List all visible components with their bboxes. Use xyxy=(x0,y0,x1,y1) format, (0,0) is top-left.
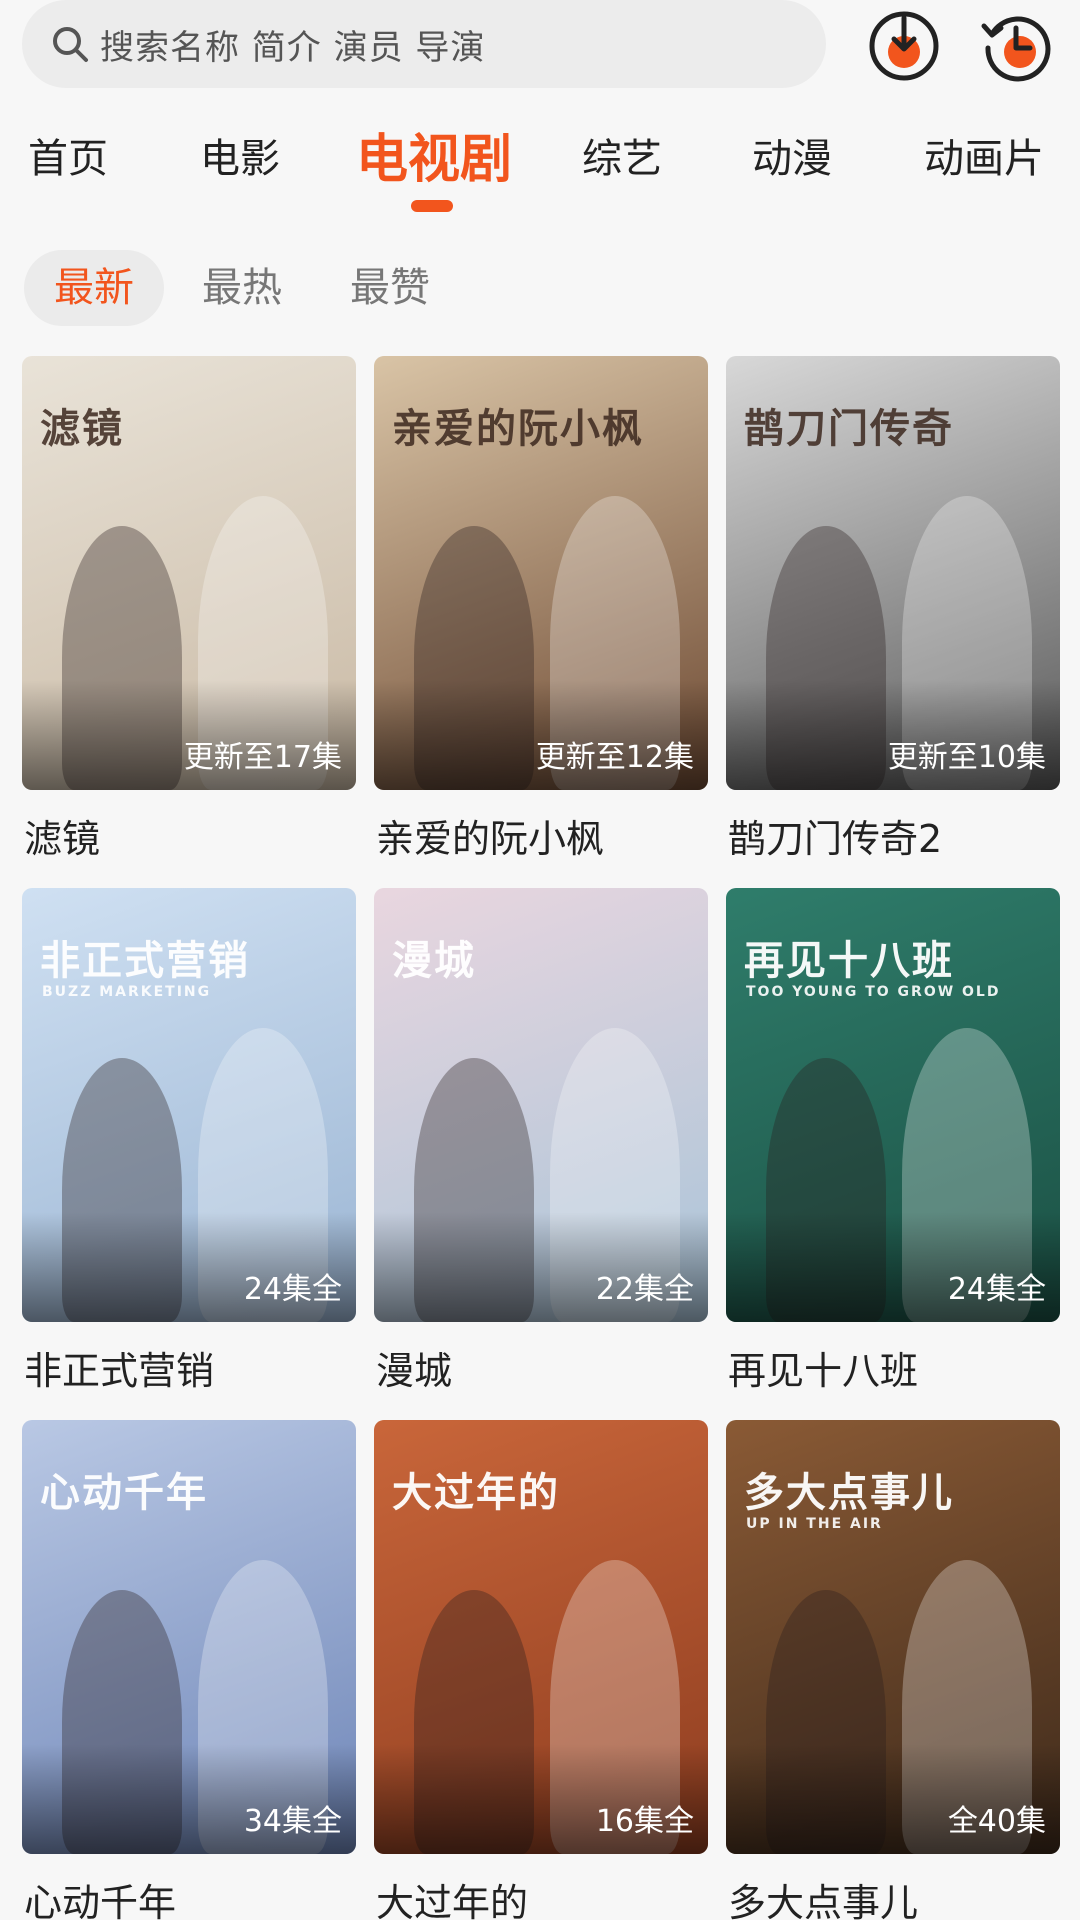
tab-movies[interactable]: 电影 xyxy=(200,126,280,184)
filter-newest[interactable]: 最新 xyxy=(24,250,164,326)
poster-title-art: 滤镜 xyxy=(40,405,124,452)
tab-tv-series[interactable]: 电视剧 xyxy=(356,117,512,192)
history-button[interactable] xyxy=(978,8,1054,84)
poster-subtitle-art: BUZZ MARKETING xyxy=(42,984,212,1000)
poster-title-art: 多大点事儿 xyxy=(744,1469,954,1516)
show-poster[interactable]: 多大点事儿 UP IN THE AIR 全40集 xyxy=(726,1420,1060,1854)
poster-title-art: 非正式营销 xyxy=(40,937,250,984)
poster-subtitle-art: UP IN THE AIR xyxy=(746,1516,883,1532)
show-poster[interactable]: 大过年的 16集全 xyxy=(374,1420,708,1854)
tab-anime[interactable]: 动漫 xyxy=(752,126,832,184)
show-poster[interactable]: 非正式营销 BUZZ MARKETING 24集全 xyxy=(22,888,356,1322)
show-title[interactable]: 心动千年 xyxy=(24,1872,176,1920)
download-button[interactable] xyxy=(866,8,942,84)
episode-badge: 24集全 xyxy=(947,1272,1046,1307)
history-icon xyxy=(981,16,1051,82)
poster-title-art: 再见十八班 xyxy=(744,937,954,984)
show-poster[interactable]: 鹊刀门传奇更新至10集 xyxy=(726,356,1060,790)
poster-title-art: 漫城 xyxy=(392,937,476,984)
tab-home[interactable]: 首页 xyxy=(28,126,108,184)
show-title[interactable]: 漫城 xyxy=(376,1340,452,1395)
show-title[interactable]: 多大点事儿 xyxy=(728,1872,918,1920)
show-title[interactable]: 亲爱的阮小枫 xyxy=(376,808,604,863)
poster-subtitle-art: TOO YOUNG TO GROW OLD xyxy=(746,984,1001,1000)
filter-hottest[interactable]: 最热 xyxy=(172,250,312,326)
episode-badge: 16集全 xyxy=(595,1804,694,1839)
show-poster[interactable]: 再见十八班 TOO YOUNG TO GROW OLD 24集全 xyxy=(726,888,1060,1322)
download-icon xyxy=(869,11,939,81)
active-tab-indicator xyxy=(411,200,453,212)
poster-title-art: 鹊刀门传奇 xyxy=(744,405,954,452)
show-title[interactable]: 鹊刀门传奇2 xyxy=(728,808,942,863)
search-placeholder: 搜索名称 简介 演员 导演 xyxy=(100,27,486,68)
episode-badge: 34集全 xyxy=(243,1804,342,1839)
show-title[interactable]: 滤镜 xyxy=(24,808,100,863)
sort-filters: 最新 最热 最赞 xyxy=(0,246,1080,330)
show-poster[interactable]: 漫城 22集全 xyxy=(374,888,708,1322)
category-tabs: 首页 电影 电视剧 综艺 动漫 动画片 xyxy=(0,112,1080,222)
search-icon xyxy=(53,27,88,62)
tab-cartoons[interactable]: 动画片 xyxy=(924,126,1044,184)
show-title[interactable]: 大过年的 xyxy=(376,1872,528,1920)
episode-badge: 更新至12集 xyxy=(535,740,694,775)
episode-badge: 22集全 xyxy=(595,1272,694,1307)
show-title[interactable]: 再见十八班 xyxy=(728,1340,918,1395)
show-title[interactable]: 非正式营销 xyxy=(24,1340,214,1395)
top-bar: 搜索名称 简介 演员 导演 xyxy=(0,0,1080,100)
show-poster[interactable]: 亲爱的阮小枫更新至12集 xyxy=(374,356,708,790)
search-input[interactable]: 搜索名称 简介 演员 导演 xyxy=(22,0,826,88)
show-poster[interactable]: 滤镜更新至17集 xyxy=(22,356,356,790)
poster-title-art: 大过年的 xyxy=(392,1469,560,1516)
poster-title-art: 心动千年 xyxy=(40,1469,208,1516)
poster-title-art: 亲爱的阮小枫 xyxy=(392,405,644,452)
episode-badge: 更新至10集 xyxy=(887,740,1046,775)
tab-variety[interactable]: 综艺 xyxy=(582,126,662,184)
episode-badge: 24集全 xyxy=(243,1272,342,1307)
episode-badge: 全40集 xyxy=(947,1804,1046,1839)
show-poster[interactable]: 心动千年 34集全 xyxy=(22,1420,356,1854)
filter-most-liked[interactable]: 最赞 xyxy=(320,250,460,326)
episode-badge: 更新至17集 xyxy=(183,740,342,775)
